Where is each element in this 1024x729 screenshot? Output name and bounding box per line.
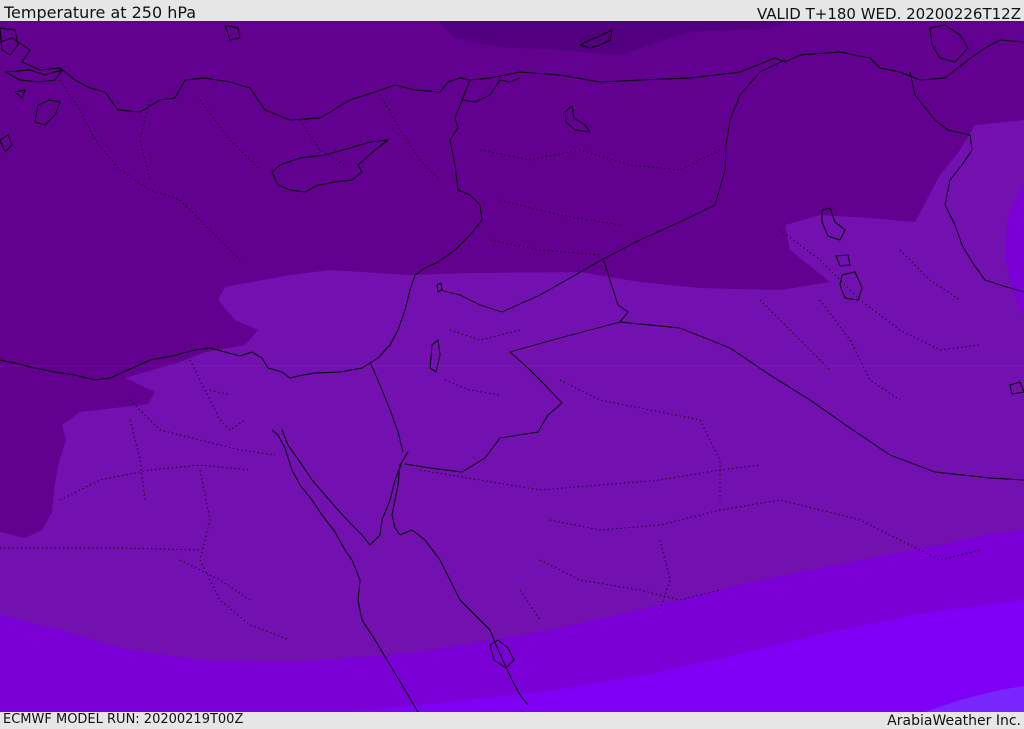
map-title: Temperature at 250 hPa (4, 3, 197, 22)
footer-bar: ECMWF MODEL RUN: 20200219T00Z ArabiaWeat… (0, 712, 1024, 729)
map-panel (0, 21, 1024, 712)
temperature-map (0, 21, 1024, 712)
credit-label: ArabiaWeather Inc. (887, 713, 1021, 729)
header-bar: Temperature at 250 hPa VALID T+180 WED. … (0, 0, 1024, 23)
model-run: ECMWF MODEL RUN: 20200219T00Z (3, 712, 244, 727)
